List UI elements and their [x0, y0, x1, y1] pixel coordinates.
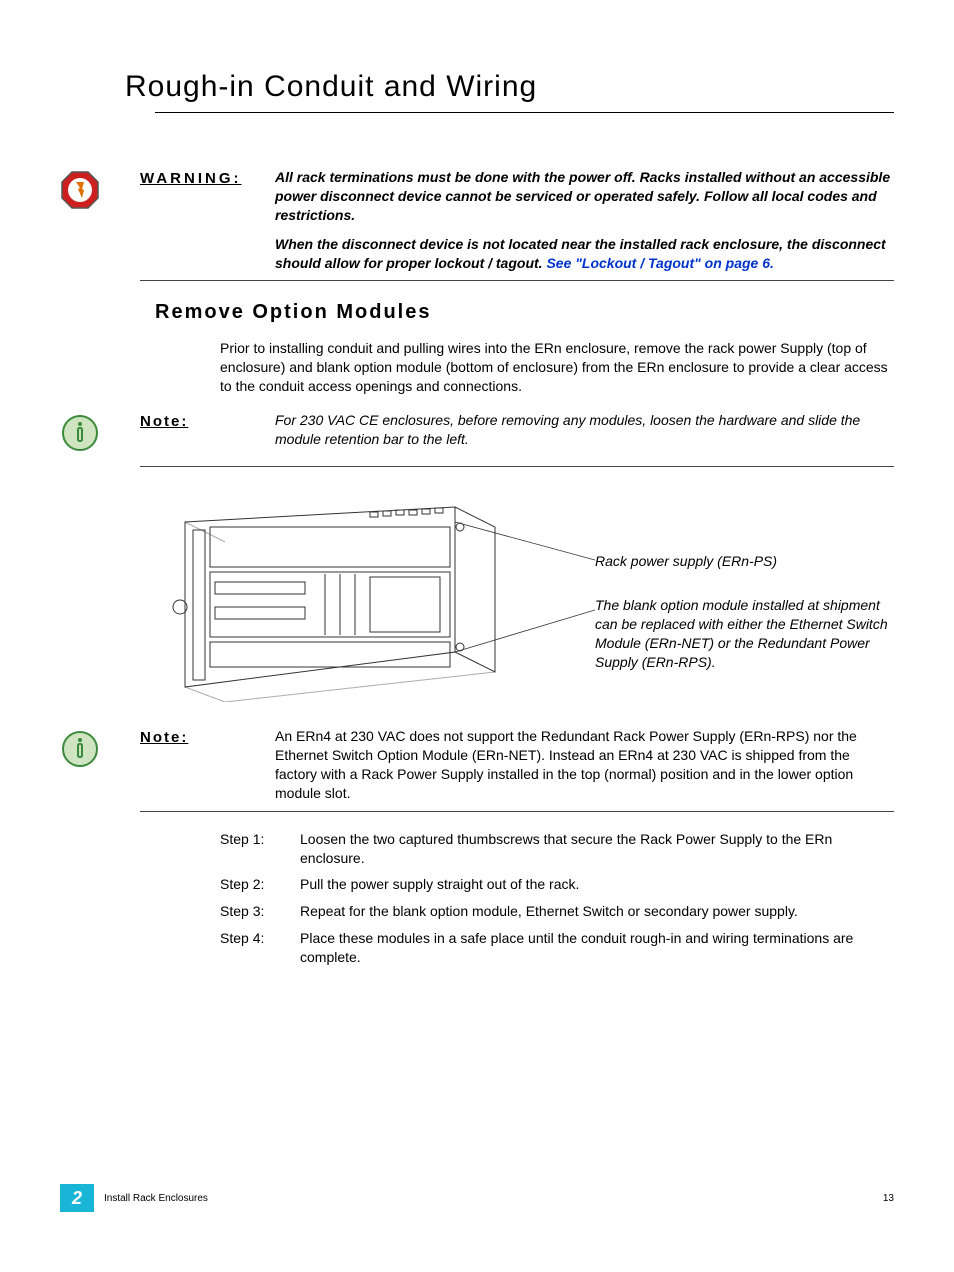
warning-label: WARNING:: [140, 170, 242, 187]
enclosure-diagram: [155, 492, 595, 702]
note-label-2: Note:: [140, 729, 188, 746]
info-icon: [60, 729, 100, 769]
step-label: Step 4:: [220, 929, 300, 967]
warning-para-1: All rack terminations must be done with …: [275, 168, 894, 225]
lockout-tagout-link[interactable]: See "Lockout / Tagout" on page 6.: [546, 255, 773, 271]
step-row: Step 1: Loosen the two captured thumbscr…: [220, 830, 894, 868]
figure: Rack power supply (ERn-PS) The blank opt…: [155, 492, 894, 702]
figure-annotation-1: Rack power supply (ERn-PS): [595, 552, 894, 571]
note-text-1: For 230 VAC CE enclosures, before removi…: [275, 411, 894, 458]
warning-divider: [140, 280, 894, 281]
note-block-1: Note: For 230 VAC CE enclosures, before …: [60, 411, 894, 458]
step-text: Loosen the two captured thumbscrews that…: [300, 830, 894, 868]
page-footer: 2 Install Rack Enclosures 13: [60, 1184, 894, 1212]
note-block-2: Note: An ERn4 at 230 VAC does not suppor…: [60, 727, 894, 803]
intro-paragraph: Prior to installing conduit and pulling …: [220, 339, 894, 396]
step-row: Step 4: Place these modules in a safe pl…: [220, 929, 894, 967]
warning-para-2: When the disconnect device is not locate…: [275, 235, 894, 273]
note-label-1: Note:: [140, 413, 188, 430]
title-divider: [155, 112, 894, 113]
step-row: Step 3: Repeat for the blank option modu…: [220, 902, 894, 921]
steps-list: Step 1: Loosen the two captured thumbscr…: [220, 830, 894, 967]
note-text-2: An ERn4 at 230 VAC does not support the …: [275, 727, 894, 803]
figure-annotation-2: The blank option module installed at shi…: [595, 596, 894, 672]
note-1-divider: [140, 466, 894, 467]
step-row: Step 2: Pull the power supply straight o…: [220, 875, 894, 894]
footer-section-name: Install Rack Enclosures: [104, 1193, 883, 1204]
page-title: Rough-in Conduit and Wiring: [125, 70, 894, 104]
step-label: Step 3:: [220, 902, 300, 921]
subsection-title: Remove Option Modules: [155, 301, 894, 324]
step-text: Pull the power supply straight out of th…: [300, 875, 894, 894]
step-text: Place these modules in a safe place unti…: [300, 929, 894, 967]
step-text: Repeat for the blank option module, Ethe…: [300, 902, 894, 921]
warning-icon: [60, 170, 100, 210]
page-number: 13: [883, 1193, 894, 1204]
step-label: Step 2:: [220, 875, 300, 894]
warning-block: WARNING: All rack terminations must be d…: [60, 168, 894, 272]
note-2-divider: [140, 811, 894, 812]
chapter-number-box: 2: [60, 1184, 94, 1212]
step-label: Step 1:: [220, 830, 300, 868]
info-icon: [60, 413, 100, 453]
